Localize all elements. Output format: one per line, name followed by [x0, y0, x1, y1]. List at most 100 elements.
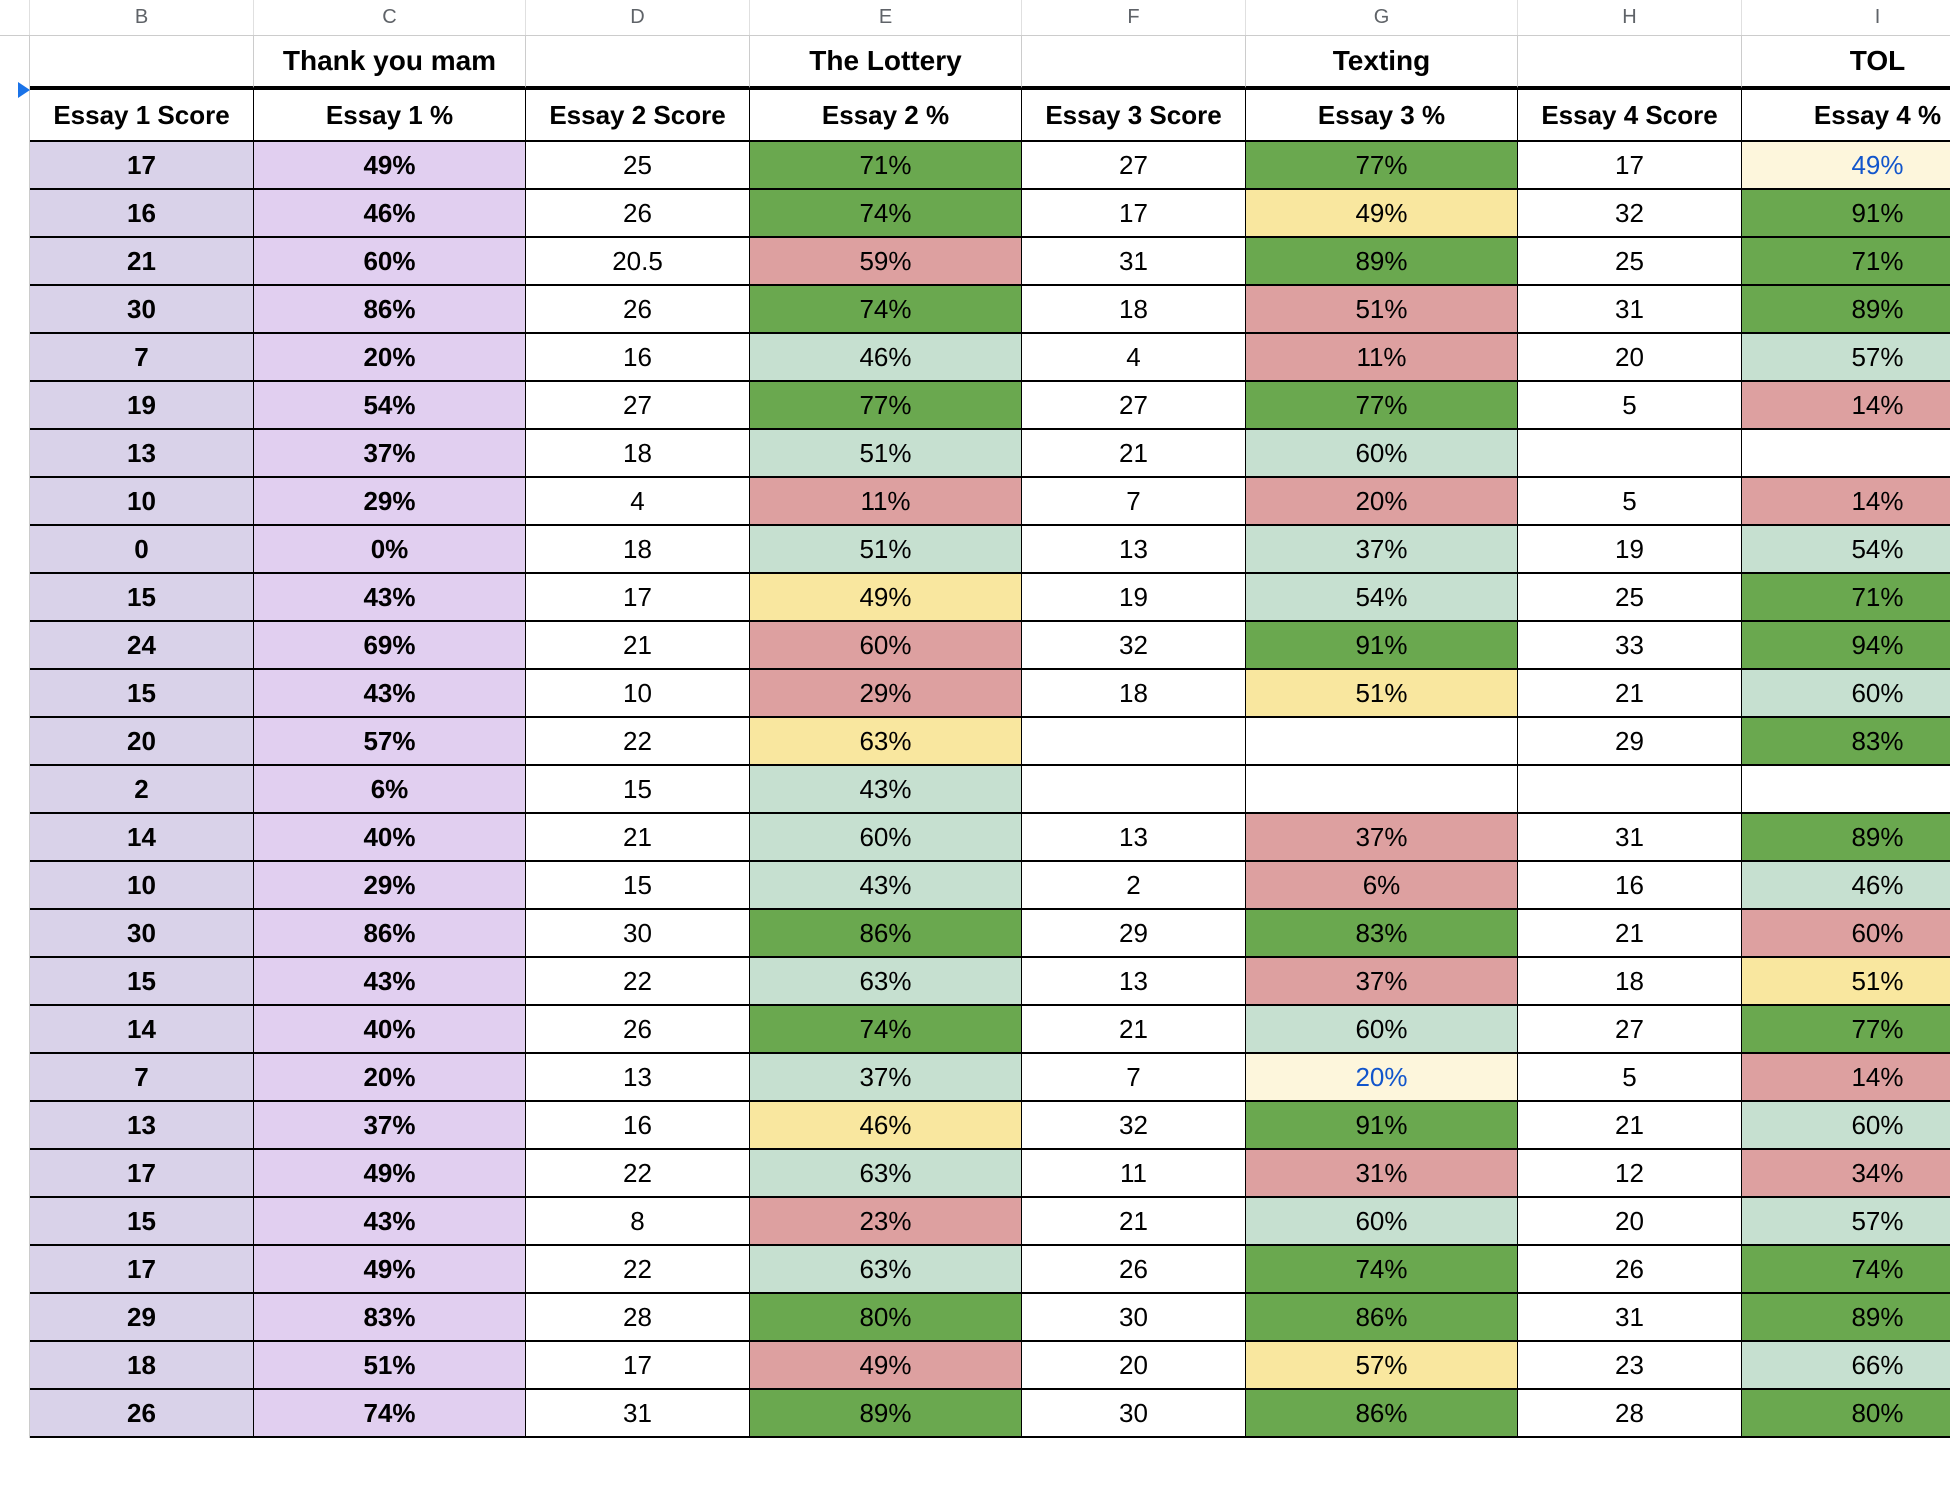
data-cell[interactable]: 0: [30, 526, 254, 574]
data-cell[interactable]: 20%: [1246, 1054, 1518, 1102]
data-cell[interactable]: 86%: [254, 286, 526, 334]
data-cell[interactable]: 31: [1022, 238, 1246, 286]
row-stub[interactable]: [0, 1342, 30, 1390]
title-cell[interactable]: [1022, 36, 1246, 88]
data-cell[interactable]: 60%: [1742, 670, 1950, 718]
row-stub[interactable]: [0, 718, 30, 766]
data-cell[interactable]: 49%: [254, 1246, 526, 1294]
data-cell[interactable]: 37%: [254, 430, 526, 478]
data-cell[interactable]: 19: [1022, 574, 1246, 622]
data-cell[interactable]: 19: [1518, 526, 1742, 574]
data-cell[interactable]: 49%: [1246, 190, 1518, 238]
data-cell[interactable]: 46%: [254, 190, 526, 238]
data-cell[interactable]: 18: [30, 1342, 254, 1390]
spreadsheet[interactable]: B C D E F G H I Thank you mam The Lotter…: [0, 0, 1950, 1438]
data-cell[interactable]: 91%: [1246, 622, 1518, 670]
data-cell[interactable]: 17: [1518, 142, 1742, 190]
data-cell[interactable]: 16: [526, 1102, 750, 1150]
data-cell[interactable]: 23: [1518, 1342, 1742, 1390]
data-cell[interactable]: 29: [1022, 910, 1246, 958]
data-cell[interactable]: 20: [30, 718, 254, 766]
data-cell[interactable]: 25: [526, 142, 750, 190]
data-cell[interactable]: 26: [526, 190, 750, 238]
data-cell[interactable]: 37%: [1246, 814, 1518, 862]
data-cell[interactable]: 17: [30, 142, 254, 190]
row-stub[interactable]: [0, 526, 30, 574]
row-stub[interactable]: [0, 1294, 30, 1342]
data-cell[interactable]: 15: [526, 862, 750, 910]
data-cell[interactable]: [1022, 718, 1246, 766]
data-cell[interactable]: 37%: [254, 1102, 526, 1150]
data-cell[interactable]: 94%: [1742, 622, 1950, 670]
data-cell[interactable]: 21: [1518, 1102, 1742, 1150]
data-cell[interactable]: 63%: [750, 718, 1022, 766]
data-cell[interactable]: 60%: [1246, 1006, 1518, 1054]
data-cell[interactable]: 8: [526, 1198, 750, 1246]
data-cell[interactable]: 14: [30, 814, 254, 862]
title-cell[interactable]: TOL: [1742, 36, 1950, 88]
data-cell[interactable]: 74%: [1246, 1246, 1518, 1294]
data-cell[interactable]: 17: [30, 1246, 254, 1294]
data-cell[interactable]: 29%: [254, 478, 526, 526]
data-cell[interactable]: 2: [30, 766, 254, 814]
data-cell[interactable]: 4: [1022, 334, 1246, 382]
data-cell[interactable]: 27: [1022, 382, 1246, 430]
data-cell[interactable]: 46%: [750, 1102, 1022, 1150]
data-cell[interactable]: 21: [1022, 430, 1246, 478]
data-cell[interactable]: 2: [1022, 862, 1246, 910]
data-cell[interactable]: 30: [30, 910, 254, 958]
data-cell[interactable]: 13: [1022, 958, 1246, 1006]
data-cell[interactable]: 77%: [1246, 382, 1518, 430]
data-cell[interactable]: [1742, 430, 1950, 478]
data-cell[interactable]: 31: [1518, 1294, 1742, 1342]
data-cell[interactable]: 17: [30, 1150, 254, 1198]
header-cell[interactable]: Essay 3 Score: [1022, 88, 1246, 142]
row-stub[interactable]: [0, 478, 30, 526]
data-cell[interactable]: 26: [1518, 1246, 1742, 1294]
data-cell[interactable]: 74%: [750, 286, 1022, 334]
row-stub[interactable]: [0, 190, 30, 238]
data-cell[interactable]: 49%: [750, 1342, 1022, 1390]
data-cell[interactable]: 18: [526, 526, 750, 574]
title-cell[interactable]: [30, 36, 254, 88]
data-cell[interactable]: 17: [526, 1342, 750, 1390]
data-cell[interactable]: 33: [1518, 622, 1742, 670]
data-cell[interactable]: 27: [1518, 1006, 1742, 1054]
data-cell[interactable]: [1246, 766, 1518, 814]
title-cell[interactable]: [1518, 36, 1742, 88]
data-cell[interactable]: 31%: [1246, 1150, 1518, 1198]
data-cell[interactable]: 54%: [1742, 526, 1950, 574]
data-cell[interactable]: 22: [526, 1246, 750, 1294]
row-stub[interactable]: [0, 958, 30, 1006]
data-cell[interactable]: 15: [30, 1198, 254, 1246]
data-cell[interactable]: 22: [526, 958, 750, 1006]
data-cell[interactable]: 11: [1022, 1150, 1246, 1198]
data-cell[interactable]: [1518, 766, 1742, 814]
data-cell[interactable]: 10: [30, 478, 254, 526]
data-cell[interactable]: 86%: [254, 910, 526, 958]
data-cell[interactable]: 7: [30, 334, 254, 382]
data-cell[interactable]: 20%: [254, 1054, 526, 1102]
data-cell[interactable]: 7: [30, 1054, 254, 1102]
data-cell[interactable]: 18: [1022, 286, 1246, 334]
data-cell[interactable]: 15: [30, 574, 254, 622]
data-cell[interactable]: 49%: [254, 1150, 526, 1198]
data-cell[interactable]: 24: [30, 622, 254, 670]
data-cell[interactable]: 89%: [1742, 814, 1950, 862]
data-cell[interactable]: 74%: [750, 1006, 1022, 1054]
data-cell[interactable]: 60%: [1742, 1102, 1950, 1150]
col-header-G[interactable]: G: [1246, 0, 1518, 35]
data-cell[interactable]: 66%: [1742, 1342, 1950, 1390]
data-cell[interactable]: 51%: [1742, 958, 1950, 1006]
data-cell[interactable]: 26: [526, 1006, 750, 1054]
data-cell[interactable]: 51%: [750, 526, 1022, 574]
data-cell[interactable]: 5: [1518, 1054, 1742, 1102]
data-cell[interactable]: 57%: [1246, 1342, 1518, 1390]
data-cell[interactable]: 22: [526, 718, 750, 766]
data-cell[interactable]: 4: [526, 478, 750, 526]
data-cell[interactable]: 60%: [750, 622, 1022, 670]
col-header-C[interactable]: C: [254, 0, 526, 35]
data-cell[interactable]: 13: [30, 430, 254, 478]
row-stub[interactable]: [0, 1006, 30, 1054]
data-cell[interactable]: 51%: [1246, 670, 1518, 718]
